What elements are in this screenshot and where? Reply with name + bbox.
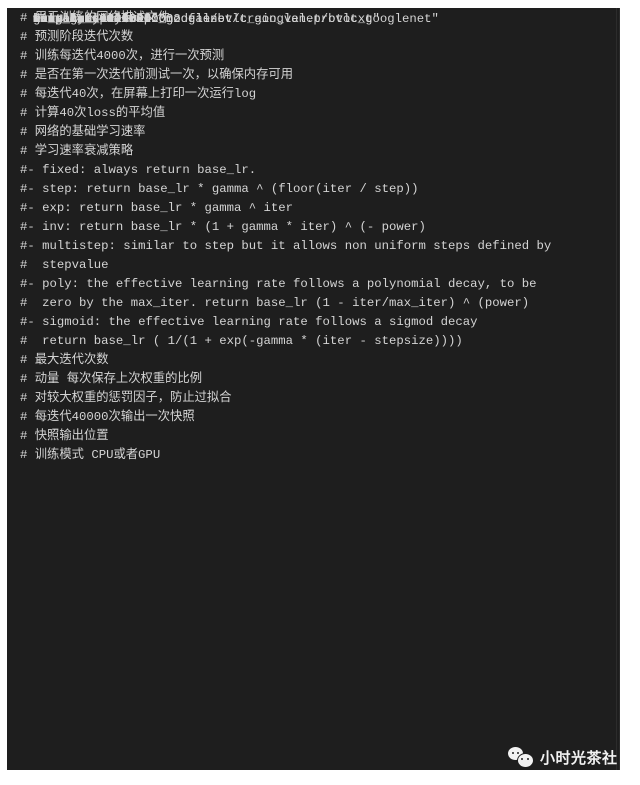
code-comment-line: # zero by the max_iter. return base_lr (…: [20, 296, 530, 310]
code-comment-line: # 网络的基础学习速率: [20, 125, 146, 139]
code-comment-line: # 快照输出位置: [20, 429, 109, 443]
code-comment-line: # 每迭代40000次输出一次快照: [20, 410, 195, 424]
code-comment-line: # 训练每迭代4000次，进行一次预测: [20, 49, 225, 63]
code-comment-line: #- poly: the effective learning rate fol…: [20, 277, 537, 291]
watermark: 小时光茶社: [508, 744, 618, 770]
code-comment-line: #- inv: return base_lr * (1 + gamma * it…: [20, 220, 426, 234]
code-comment-line: # 学习速率衰减策略: [20, 144, 134, 158]
code-comment-line: #- exp: return base_lr * gamma ^ iter: [20, 201, 294, 215]
code-comment-line: #- step: return base_lr * gamma ^ (floor…: [20, 182, 419, 196]
code-comment-line: # 是否在第一次迭代前测试一次，以确保内存可用: [20, 68, 293, 82]
code-setting-line: solver_mode: GPU: [33, 12, 152, 26]
code-comment-line: #- fixed: always return base_lr.: [20, 163, 257, 177]
code-comment-line: # 最大迭代次数: [20, 353, 109, 367]
code-comment-line: # 动量 每次保存上次权重的比例: [20, 372, 202, 386]
code-comment-line: # return base_lr ( 1/(1 + exp(-gamma * (…: [20, 334, 463, 348]
code-comment-line: # 训练模式 CPU或者GPU: [20, 448, 161, 462]
code-editor[interactable]: # 用于训练的网络描述文件 net: "models/bvlc_googlenet…: [7, 8, 620, 770]
watermark-label: 小时光茶社: [540, 748, 618, 767]
code-lines[interactable]: # 用于训练的网络描述文件 net: "models/bvlc_googlenet…: [20, 9, 609, 465]
code-comment-line: # stepvalue: [20, 258, 109, 272]
wechat-icon: [508, 746, 534, 768]
code-comment-line: #- sigmoid: the effective learning rate …: [20, 315, 478, 329]
code-comment-line: # 计算40次loss的平均值: [20, 106, 166, 120]
code-comment-line: # 每迭代40次，在屏幕上打印一次运行log: [20, 87, 257, 101]
code-comment-line: #- multistep: similar to step but it all…: [20, 239, 552, 253]
code-comment-line: # 预测阶段迭代次数: [20, 30, 134, 44]
code-comment-line: # 对较大权重的惩罚因子，防止过拟合: [20, 391, 232, 405]
scrollbar[interactable]: [616, 8, 617, 770]
